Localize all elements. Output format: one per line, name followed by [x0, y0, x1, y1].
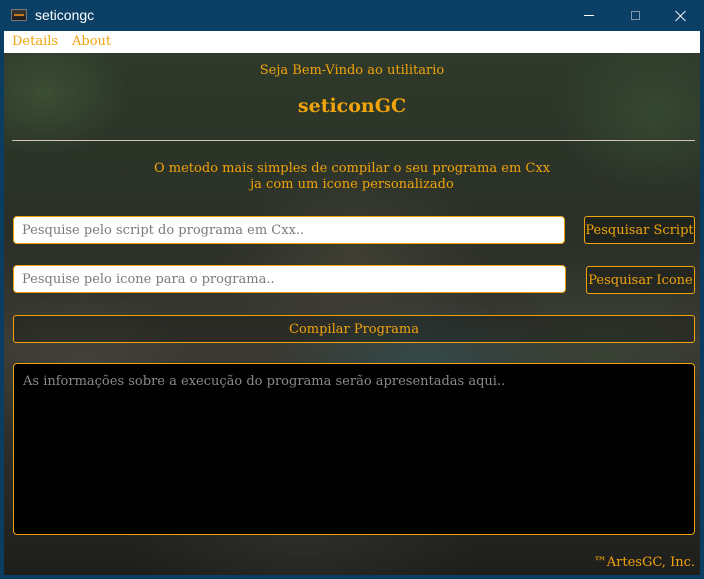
maximize-button[interactable]: [612, 0, 658, 31]
app-icon: [11, 9, 27, 21]
maximize-icon: [630, 11, 640, 20]
search-icon-button[interactable]: Pesquisar Icone: [586, 266, 695, 294]
tagline: O metodo mais simples de compilar o seu …: [4, 161, 700, 193]
tagline-line-1: O metodo mais simples de compilar o seu …: [153, 161, 551, 176]
main-content: Seja Bem-Vindo ao utilitario seticonGC O…: [4, 53, 700, 575]
copyright-text: ™ArtesGC, Inc.: [593, 555, 695, 570]
script-search-input[interactable]: [13, 216, 565, 244]
menu-bar: Details About: [4, 31, 700, 53]
app-window: seticongc Details About Seja Bem-Vindo a…: [0, 0, 704, 579]
output-log[interactable]: As informações sobre a execução do progr…: [13, 363, 695, 535]
window-title: seticongc: [35, 7, 95, 23]
close-button[interactable]: [658, 0, 704, 31]
icon-search-input[interactable]: [13, 265, 566, 293]
header-divider: [12, 140, 695, 141]
tagline-line-2: ja com um icone personalizado: [250, 177, 454, 192]
compile-button[interactable]: Compilar Programa: [13, 315, 695, 343]
app-name-heading: seticonGC: [297, 95, 407, 117]
close-icon: [675, 10, 687, 22]
minimize-icon: [584, 15, 594, 16]
menu-details[interactable]: Details: [12, 34, 58, 49]
welcome-text: Seja Bem-Vindo ao utilitario: [259, 63, 445, 78]
menu-about[interactable]: About: [72, 34, 111, 49]
minimize-button[interactable]: [566, 0, 612, 31]
search-script-button[interactable]: Pesquisar Script: [584, 216, 695, 244]
output-placeholder: As informações sobre a execução do progr…: [23, 374, 506, 389]
title-bar[interactable]: seticongc: [0, 0, 704, 31]
